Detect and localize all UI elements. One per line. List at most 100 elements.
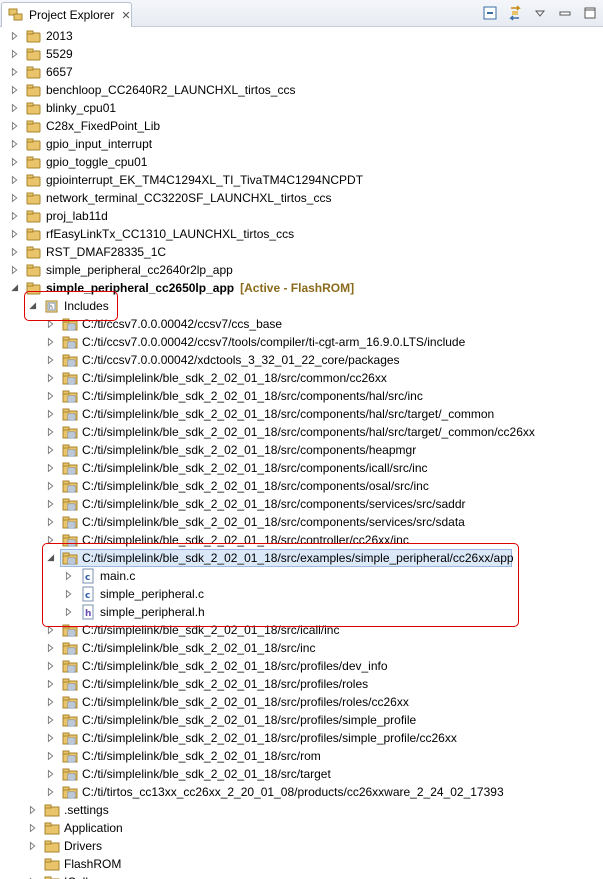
tree-item-folder[interactable]: FlashROM	[0, 855, 121, 873]
tree-item-project[interactable]: C28x_FixedPoint_Lib	[0, 117, 160, 135]
tree-item-label: C:/ti/simplelink/ble_sdk_2_02_01_18/src/…	[82, 713, 417, 727]
chevron-right-icon[interactable]	[8, 243, 22, 261]
include-folder-icon	[62, 352, 78, 368]
tree-item-include-path[interactable]: C:/ti/simplelink/ble_sdk_2_02_01_18/src/…	[0, 693, 409, 711]
project-icon	[26, 82, 42, 98]
chevron-down-icon[interactable]	[8, 279, 22, 297]
chevron-right-icon[interactable]	[44, 441, 58, 459]
include-folder-icon	[62, 514, 78, 530]
chevron-right-icon[interactable]	[44, 423, 58, 441]
chevron-right-icon[interactable]	[44, 351, 58, 369]
chevron-right-icon[interactable]	[44, 387, 58, 405]
chevron-right-icon[interactable]	[44, 459, 58, 477]
chevron-right-icon[interactable]	[8, 225, 22, 243]
tree-item-include-path[interactable]: C:/ti/simplelink/ble_sdk_2_02_01_18/src/…	[0, 459, 428, 477]
tree-item-project[interactable]: 6657	[0, 63, 73, 81]
tree-item-project[interactable]: blinky_cpu01	[0, 99, 116, 117]
project-icon	[26, 118, 42, 134]
tree-item-label: C:/ti/simplelink/ble_sdk_2_02_01_18/src/…	[82, 479, 429, 493]
chevron-right-icon[interactable]	[44, 747, 58, 765]
project-tree[interactable]: 2013 5529 6657 benchloop_CC2640R2_LAUNCHXL_…	[0, 27, 603, 879]
chevron-right-icon[interactable]	[8, 81, 22, 99]
tree-item-label: C:/ti/simplelink/ble_sdk_2_02_01_18/src/…	[82, 767, 331, 781]
chevron-right-icon[interactable]	[44, 729, 58, 747]
tree-item-project[interactable]: rfEasyLinkTx_CC1310_LAUNCHXL_tirtos_ccs	[0, 225, 294, 243]
tree-item-label: 2013	[46, 29, 73, 43]
tree-item-project[interactable]: gpio_input_interrupt	[0, 135, 152, 153]
chevron-right-icon[interactable]	[8, 261, 22, 279]
tree-item-include-path[interactable]: C:/ti/ccsv7.0.0.00042/ccsv7/tools/compil…	[0, 333, 465, 351]
chevron-right-icon[interactable]	[44, 495, 58, 513]
tree-item-include-path[interactable]: C:/ti/simplelink/ble_sdk_2_02_01_18/src/…	[0, 729, 457, 747]
chevron-right-icon[interactable]	[8, 99, 22, 117]
tree-item-folder[interactable]: ICall	[0, 873, 88, 879]
chevron-right-icon[interactable]	[26, 801, 40, 819]
chevron-right-icon[interactable]	[8, 207, 22, 225]
chevron-right-icon[interactable]	[44, 783, 58, 801]
maximize-icon[interactable]	[581, 4, 599, 22]
chevron-right-icon[interactable]	[8, 189, 22, 207]
chevron-right-icon[interactable]	[44, 369, 58, 387]
tree-item-include-path[interactable]: C:/ti/simplelink/ble_sdk_2_02_01_18/src/…	[0, 711, 416, 729]
tree-item-project[interactable]: benchloop_CC2640R2_LAUNCHXL_tirtos_ccs	[0, 81, 295, 99]
chevron-right-icon[interactable]	[8, 63, 22, 81]
chevron-right-icon[interactable]	[44, 477, 58, 495]
tree-item-include-path[interactable]: C:/ti/simplelink/ble_sdk_2_02_01_18/src/…	[0, 639, 315, 657]
tree-item-include-path[interactable]: C:/ti/simplelink/ble_sdk_2_02_01_18/src/…	[0, 387, 423, 405]
tree-item-include-path[interactable]: C:/ti/simplelink/ble_sdk_2_02_01_18/src/…	[0, 657, 388, 675]
tree-item-folder[interactable]: .settings	[0, 801, 109, 819]
tree-item-include-path[interactable]: C:/ti/simplelink/ble_sdk_2_02_01_18/src/…	[0, 675, 368, 693]
tree-item-include-path[interactable]: C:/ti/simplelink/ble_sdk_2_02_01_18/src/…	[0, 441, 416, 459]
tree-item-folder[interactable]: Drivers	[0, 837, 102, 855]
tree-item-include-path[interactable]: C:/ti/tirtos_cc13xx_cc26xx_2_20_01_08/pr…	[0, 783, 504, 801]
chevron-right-icon[interactable]	[26, 819, 40, 837]
chevron-right-icon[interactable]	[8, 117, 22, 135]
tree-item-include-path[interactable]: C:/ti/simplelink/ble_sdk_2_02_01_18/src/…	[0, 513, 465, 531]
chevron-right-icon[interactable]	[44, 675, 58, 693]
chevron-right-icon[interactable]	[8, 153, 22, 171]
chevron-right-icon[interactable]	[8, 135, 22, 153]
collapse-all-icon[interactable]	[481, 4, 499, 22]
chevron-right-icon[interactable]	[8, 45, 22, 63]
tree-item-project[interactable]: 5529	[0, 45, 73, 63]
folder-icon	[44, 874, 60, 879]
tree-item-include-path[interactable]: C:/ti/simplelink/ble_sdk_2_02_01_18/src/…	[0, 405, 494, 423]
chevron-right-icon[interactable]	[44, 657, 58, 675]
minimize-icon[interactable]	[556, 4, 574, 22]
tab-project-explorer[interactable]: Project Explorer ✕	[1, 2, 132, 27]
tree-item-project[interactable]: network_terminal_CC3220SF_LAUNCHXL_tirto…	[0, 189, 331, 207]
tree-item-label: Drivers	[64, 839, 102, 853]
tree-item-project[interactable]: simple_peripheral_cc2640r2lp_app	[0, 261, 233, 279]
include-folder-icon	[62, 694, 78, 710]
tree-item-project[interactable]: RST_DMAF28335_1C	[0, 243, 166, 261]
view-menu-icon[interactable]	[531, 4, 549, 22]
tree-item-include-path[interactable]: C:/ti/simplelink/ble_sdk_2_02_01_18/src/…	[0, 369, 387, 387]
chevron-right-icon[interactable]	[44, 639, 58, 657]
chevron-right-icon[interactable]	[44, 405, 58, 423]
tree-item-project[interactable]: proj_lab11d	[0, 207, 108, 225]
link-with-editor-icon[interactable]	[506, 4, 524, 22]
tree-item-project[interactable]: 2013	[0, 27, 73, 45]
tree-item-label: C:/ti/ccsv7.0.0.00042/ccsv7/tools/compil…	[82, 335, 466, 349]
tree-item-include-path[interactable]: C:/ti/simplelink/ble_sdk_2_02_01_18/src/…	[0, 747, 321, 765]
chevron-right-icon[interactable]	[44, 693, 58, 711]
tree-item-include-path[interactable]: C:/ti/simplelink/ble_sdk_2_02_01_18/src/…	[0, 477, 429, 495]
chevron-right-icon[interactable]	[8, 27, 22, 45]
tree-item-folder[interactable]: Application	[0, 819, 123, 837]
close-icon[interactable]: ✕	[121, 9, 130, 22]
tree-item-project[interactable]: gpio_toggle_cpu01	[0, 153, 147, 171]
tree-item-include-path[interactable]: C:/ti/ccsv7.0.0.00042/xdctools_3_32_01_2…	[0, 351, 400, 369]
tree-item-project[interactable]: gpiointerrupt_EK_TM4C1294XL_TI_TivaTM4C1…	[0, 171, 363, 189]
tree-item-include-path[interactable]: C:/ti/simplelink/ble_sdk_2_02_01_18/src/…	[0, 765, 331, 783]
chevron-right-icon[interactable]	[26, 873, 40, 879]
chevron-right-icon[interactable]	[44, 333, 58, 351]
include-folder-icon	[62, 496, 78, 512]
chevron-right-icon[interactable]	[44, 513, 58, 531]
chevron-right-icon[interactable]	[8, 171, 22, 189]
tree-item-label: RST_DMAF28335_1C	[46, 245, 167, 259]
chevron-right-icon[interactable]	[44, 711, 58, 729]
tree-item-include-path[interactable]: C:/ti/simplelink/ble_sdk_2_02_01_18/src/…	[0, 495, 466, 513]
chevron-right-icon[interactable]	[44, 765, 58, 783]
tree-item-include-path[interactable]: C:/ti/simplelink/ble_sdk_2_02_01_18/src/…	[0, 423, 535, 441]
chevron-right-icon[interactable]	[26, 837, 40, 855]
